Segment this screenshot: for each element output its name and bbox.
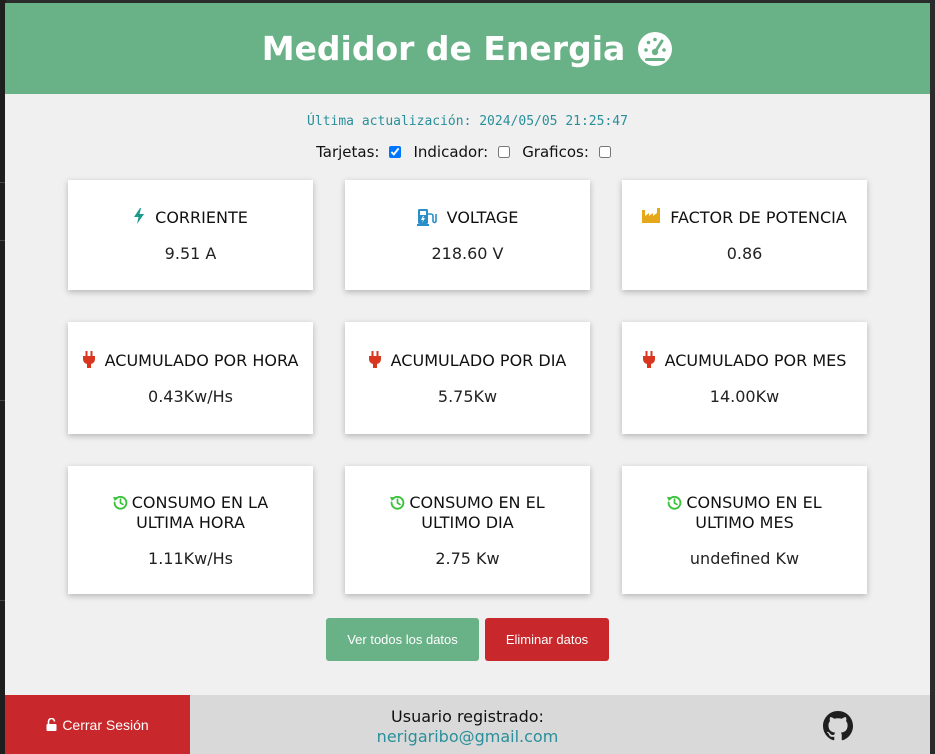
charts-toggle-label: Graficos: [522,143,589,161]
page-title-text: Medidor de Energia [261,29,626,68]
charging-station-icon [416,208,437,226]
plug-icon [642,350,655,368]
delete-data-button[interactable]: Eliminar datos [485,618,609,661]
card-title: ACUMULADO POR MES [642,350,847,371]
card-consumo-mes: CONSUMO EN EL ULTIMO MES undefined Kw [622,466,867,594]
page-title: Medidor de Energia [262,29,674,68]
charts-toggle-checkbox[interactable] [598,146,611,158]
card-title: ACUMULADO POR DIA [368,350,567,371]
cards-toggle-checkbox[interactable] [389,146,402,158]
card-title: CORRIENTE [133,207,248,228]
logout-label: Cerrar Sesión [62,716,149,733]
card-value: 1.11Kw/Hs [148,548,233,568]
card-title: CONSUMO EN EL ULTIMO MES [667,492,822,533]
card-title-line1: CONSUMO EN EL [686,492,822,512]
card-value: 0.86 [726,243,763,263]
card-voltage: VOLTAGE 218.60 V [345,180,590,290]
card-title-text: ACUMULADO POR HORA [104,350,299,370]
card-title: FACTOR DE POTENCIA [642,207,847,228]
plug-icon [82,350,95,368]
unlock-icon [46,718,57,731]
card-value: 2.75 Kw [435,548,500,568]
indicator-toggle-label: Indicador: [413,143,489,161]
indicator-toggle-checkbox[interactable] [498,146,511,158]
history-icon [667,495,682,510]
card-title-line2: ULTIMO DIA [421,512,514,532]
card-acumulado-hora: ACUMULADO POR HORA 0.43Kw/Hs [68,322,313,434]
history-icon [112,495,128,510]
card-title-text: CORRIENTE [155,207,248,227]
gauge-icon [638,31,673,66]
github-icon[interactable] [823,711,853,741]
card-title-text: ACUMULADO POR DIA [390,350,567,370]
card-acumulado-mes: ACUMULADO POR MES 14.00Kw [622,322,867,434]
bolt-icon [134,207,145,224]
card-value: 0.43Kw/Hs [148,386,233,406]
app-header: Medidor de Energia [5,3,930,94]
card-title-line2: ULTIMO MES [695,512,794,532]
history-icon [390,495,405,510]
energy-meter-app: Medidor de Energia Última actualización:… [5,3,930,754]
footer: Cerrar Sesión Usuario registrado: neriga… [5,695,930,754]
card-value: 5.75Kw [437,386,498,406]
metrics-grid: CORRIENTE 9.51 A VOLTAGE 218.60 V FACTOR… [68,180,868,594]
card-title: CONSUMO EN EL ULTIMO DIA [390,492,545,533]
logout-button[interactable]: Cerrar Sesión [5,695,190,754]
view-toggles: Tarjetas: Indicador: Graficos: [5,143,930,161]
industry-icon [642,207,661,223]
card-value: 9.51 A [164,243,217,263]
action-buttons: Ver todos los datos Eliminar datos [5,618,930,661]
cards-toggle-label: Tarjetas: [316,143,380,161]
card-factor-potencia: FACTOR DE POTENCIA 0.86 [622,180,867,290]
registered-user: Usuario registrado: nerigaribo@gmail.com [325,707,610,747]
card-title-line1: CONSUMO EN LA [131,492,269,512]
card-title-text: FACTOR DE POTENCIA [670,207,847,227]
card-value: 218.60 V [431,243,504,263]
card-consumo-dia: CONSUMO EN EL ULTIMO DIA 2.75 Kw [345,466,590,594]
user-label: Usuario registrado: [391,707,544,726]
card-title: CONSUMO EN LA ULTIMA HORA [112,492,269,533]
card-value: undefined Kw [689,548,800,568]
card-title-text: ACUMULADO POR MES [664,350,847,370]
user-email: nerigaribo@gmail.com [376,727,559,746]
card-title-line1: CONSUMO EN EL [409,492,545,512]
card-title-line2: ULTIMA HORA [136,512,245,532]
card-title: ACUMULADO POR HORA [82,350,299,371]
card-corriente: CORRIENTE 9.51 A [68,180,313,290]
card-title-text: VOLTAGE [446,207,519,227]
view-all-data-button[interactable]: Ver todos los datos [326,618,479,661]
last-update-text: Última actualización: 2024/05/05 21:25:4… [307,114,628,129]
plug-icon [368,350,381,368]
card-value: 14.00Kw [709,386,780,406]
card-consumo-hora: CONSUMO EN LA ULTIMA HORA 1.11Kw/Hs [68,466,313,594]
card-title: VOLTAGE [416,207,519,228]
card-acumulado-dia: ACUMULADO POR DIA 5.75Kw [345,322,590,434]
